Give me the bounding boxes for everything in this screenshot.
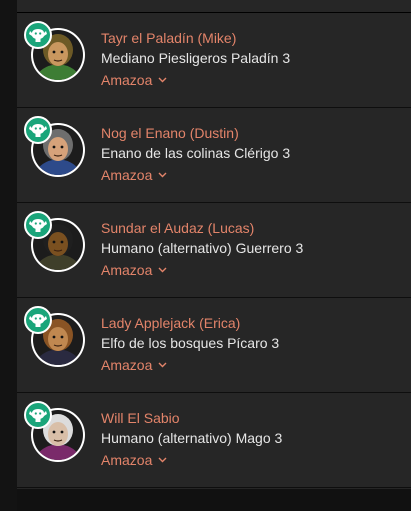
player-badge-icon: [24, 401, 52, 429]
row-divider: [17, 487, 411, 488]
character-name[interactable]: Nog el Enano (Dustin): [101, 125, 239, 141]
character-row-2[interactable]: Nog el Enano (Dustin) Enano de las colin…: [17, 108, 411, 203]
chevron-down-icon: [158, 77, 167, 83]
chevron-down-icon: [158, 267, 167, 273]
character-name[interactable]: Tayr el Paladín (Mike): [101, 30, 236, 46]
campaign-dropdown[interactable]: Amazoa: [101, 357, 167, 373]
character-name[interactable]: Lady Applejack (Erica): [101, 315, 240, 331]
campaign-label: Amazoa: [101, 262, 153, 278]
player-badge-icon: [24, 116, 52, 144]
character-row-1[interactable]: Tayr el Paladín (Mike) Mediano Piesliger…: [17, 13, 411, 108]
campaign-dropdown[interactable]: Amazoa: [101, 167, 167, 183]
chevron-down-icon: [158, 362, 167, 368]
campaign-label: Amazoa: [101, 167, 153, 183]
campaign-dropdown[interactable]: Amazoa: [101, 452, 167, 468]
campaign-label: Amazoa: [101, 452, 153, 468]
campaign-label: Amazoa: [101, 357, 153, 373]
player-badge-icon: [24, 21, 52, 49]
character-description: Elfo de los bosques Pícaro 3: [101, 335, 280, 351]
character-name[interactable]: Will El Sabio: [101, 410, 180, 426]
campaign-dropdown[interactable]: Amazoa: [101, 72, 167, 88]
character-row-5[interactable]: Will El Sabio Humano (alternativo) Mago …: [17, 393, 411, 488]
character-description: Mediano Piesligeros Paladín 3: [101, 50, 291, 66]
chevron-down-icon: [158, 172, 167, 178]
campaign-dropdown[interactable]: Amazoa: [101, 262, 167, 278]
character-name[interactable]: Sundar el Audaz (Lucas): [101, 220, 254, 236]
character-description: Enano de las colinas Clérigo 3: [101, 145, 291, 161]
player-badge-icon: [24, 211, 52, 239]
campaign-label: Amazoa: [101, 72, 153, 88]
character-row-4[interactable]: Lady Applejack (Erica) Elfo de los bosqu…: [17, 298, 411, 393]
character-description: Humano (alternativo) Guerrero 3: [101, 240, 304, 256]
player-badge-icon: [24, 306, 52, 334]
character-row-3[interactable]: Sundar el Audaz (Lucas) Humano (alternat…: [17, 203, 411, 298]
left-rail: [0, 0, 17, 511]
chevron-down-icon: [158, 457, 167, 463]
character-description: Humano (alternativo) Mago 3: [101, 430, 283, 446]
